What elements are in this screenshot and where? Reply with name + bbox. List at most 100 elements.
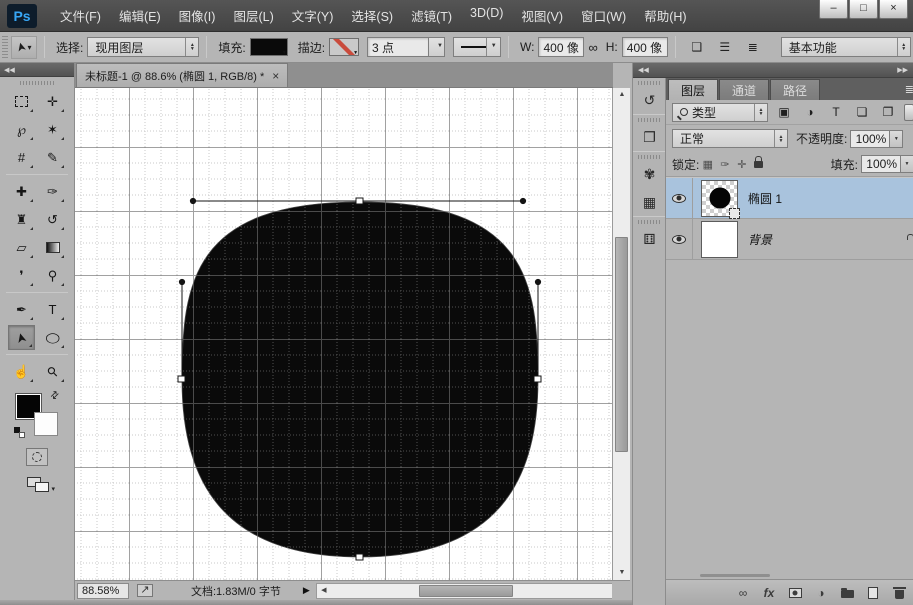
- tool-type[interactable]: T: [39, 297, 66, 322]
- tool-path-selection[interactable]: ➤: [8, 325, 35, 350]
- lock-transparent-button[interactable]: ▦: [699, 156, 716, 173]
- link-dimensions-icon[interactable]: ∞: [588, 40, 597, 55]
- scroll-left-icon[interactable]: ◀: [317, 584, 331, 598]
- panel-swatches-button[interactable]: ▦: [633, 188, 666, 216]
- scroll-down-icon[interactable]: ▼: [613, 566, 631, 580]
- tab-layers[interactable]: 图层: [668, 79, 718, 100]
- shape-filter-button[interactable]: ❏: [852, 103, 872, 122]
- maximize-button[interactable]: □: [849, 0, 878, 19]
- menu-type[interactable]: 文字(Y): [283, 2, 343, 29]
- path-arrangement-button[interactable]: ≣: [741, 37, 765, 58]
- handle-dot[interactable]: [520, 198, 525, 203]
- layer-thumbnail[interactable]: [701, 180, 738, 217]
- close-document-icon[interactable]: ×: [272, 69, 279, 83]
- layer-row-ellipse[interactable]: 椭圆 1: [666, 178, 913, 219]
- layer-name[interactable]: 椭圆 1: [748, 190, 782, 207]
- lock-position-button[interactable]: ✛: [733, 156, 750, 173]
- tool-pen[interactable]: ✒: [8, 297, 35, 322]
- quick-mask-button[interactable]: [26, 448, 48, 466]
- filter-type-dropdown[interactable]: 类型: [672, 103, 768, 122]
- current-tool-button[interactable]: ➤: [11, 36, 37, 59]
- panel-color-button[interactable]: ✾: [633, 160, 666, 188]
- shape-width-field[interactable]: 400 像: [538, 37, 584, 57]
- new-adjustment-layer-button[interactable]: ◑: [814, 585, 828, 601]
- anchor-top[interactable]: [356, 198, 363, 204]
- background-color-swatch[interactable]: [34, 412, 58, 436]
- smart-object-filter-button[interactable]: ❐: [878, 103, 898, 122]
- document-tab[interactable]: 未标题-1 @ 88.6% (椭圆 1, RGB/8) * ×: [76, 63, 288, 87]
- anchor-right[interactable]: [534, 376, 541, 382]
- tool-crop[interactable]: #: [8, 145, 35, 170]
- close-button[interactable]: ×: [879, 0, 908, 19]
- default-colors-icon[interactable]: [14, 427, 25, 438]
- adjustment-filter-button[interactable]: ◑: [800, 103, 820, 122]
- canvas[interactable]: [75, 88, 612, 580]
- screen-mode-button[interactable]: [25, 475, 49, 493]
- layer-row-background[interactable]: 背景: [666, 219, 913, 260]
- add-layer-mask-button[interactable]: [788, 585, 802, 601]
- tool-move[interactable]: ✛: [39, 89, 66, 114]
- collapse-panels-icon[interactable]: ▶▶: [897, 66, 908, 74]
- link-layers-button[interactable]: ∞: [736, 585, 750, 601]
- tools-panel-header[interactable]: ◀◀: [0, 63, 74, 77]
- stroke-color-swatch[interactable]: [329, 38, 359, 56]
- tool-ellipse[interactable]: ◯: [39, 325, 66, 350]
- vertical-scroll-thumb[interactable]: [615, 237, 628, 452]
- select-mode-dropdown[interactable]: 现用图层: [87, 37, 199, 57]
- workspace-dropdown[interactable]: 基本功能: [781, 37, 911, 57]
- tool-history-brush[interactable]: ↺: [39, 207, 66, 232]
- tool-lasso[interactable]: ℘: [8, 117, 35, 142]
- menu-help[interactable]: 帮助(H): [635, 2, 695, 29]
- delete-layer-button[interactable]: [892, 585, 906, 601]
- lock-all-button[interactable]: [750, 156, 767, 173]
- menu-3d[interactable]: 3D(D): [461, 2, 512, 29]
- tool-rectangular-marquee[interactable]: [8, 89, 35, 114]
- opacity-control[interactable]: 100%: [850, 130, 903, 148]
- tool-clone-stamp[interactable]: ♜: [8, 207, 35, 232]
- tab-channels[interactable]: 通道: [719, 79, 769, 100]
- fill-control[interactable]: 100%: [861, 155, 913, 173]
- tool-spot-healing[interactable]: ✚: [8, 179, 35, 204]
- horizontal-scroll-thumb[interactable]: [419, 585, 512, 597]
- dock-header[interactable]: ◀◀ ▶▶: [633, 63, 913, 78]
- menu-window[interactable]: 窗口(W): [572, 2, 635, 29]
- menu-edit[interactable]: 编辑(E): [110, 2, 170, 29]
- opacity-value[interactable]: 100%: [850, 130, 890, 148]
- handle-dot[interactable]: [179, 279, 184, 284]
- path-operations-button[interactable]: ❑: [685, 37, 709, 58]
- share-icon[interactable]: ↗: [137, 584, 153, 597]
- menu-filter[interactable]: 滤镜(T): [402, 2, 461, 29]
- status-expand-icon[interactable]: ▶: [303, 585, 310, 596]
- expand-panels-icon[interactable]: ◀◀: [638, 66, 649, 74]
- tool-dodge[interactable]: ⚲: [39, 263, 66, 288]
- scroll-up-icon[interactable]: ▲: [613, 88, 631, 102]
- new-group-button[interactable]: [840, 585, 854, 601]
- visibility-toggle[interactable]: [666, 219, 693, 259]
- tool-zoom[interactable]: ⚲: [39, 359, 66, 384]
- path-alignment-button[interactable]: ☰: [713, 37, 737, 58]
- swap-colors-icon[interactable]: ⇄: [48, 389, 62, 403]
- tool-eraser[interactable]: ▱: [8, 235, 35, 260]
- menu-layer[interactable]: 图层(L): [224, 2, 282, 29]
- fill-color-swatch[interactable]: [250, 38, 288, 56]
- tab-paths[interactable]: 路径: [770, 79, 820, 100]
- tool-blur[interactable]: ❜: [8, 263, 35, 288]
- menu-file[interactable]: 文件(F): [51, 2, 110, 29]
- vertical-scrollbar[interactable]: ▲ ▼: [612, 88, 630, 580]
- menu-select[interactable]: 选择(S): [342, 2, 402, 29]
- menu-image[interactable]: 图像(I): [170, 2, 225, 29]
- fill-value[interactable]: 100%: [861, 155, 901, 173]
- filter-toggle-switch[interactable]: [904, 104, 913, 121]
- shape-height-field[interactable]: 400 像: [622, 37, 668, 57]
- anchor-bottom[interactable]: [356, 554, 363, 560]
- dropdown-arrow-icon[interactable]: [901, 155, 913, 173]
- panel-history-button[interactable]: ↺: [633, 86, 666, 114]
- stroke-width-dropdown[interactable]: [429, 37, 445, 57]
- tool-eyedropper[interactable]: ✎: [39, 145, 66, 170]
- visibility-toggle[interactable]: [666, 178, 693, 218]
- layer-name[interactable]: 背景: [748, 231, 772, 248]
- lock-pixels-button[interactable]: ✑: [716, 156, 733, 173]
- new-layer-button[interactable]: [866, 585, 880, 601]
- menu-view[interactable]: 视图(V): [512, 2, 572, 29]
- panel-horizontal-scroll-thumb[interactable]: [700, 574, 770, 577]
